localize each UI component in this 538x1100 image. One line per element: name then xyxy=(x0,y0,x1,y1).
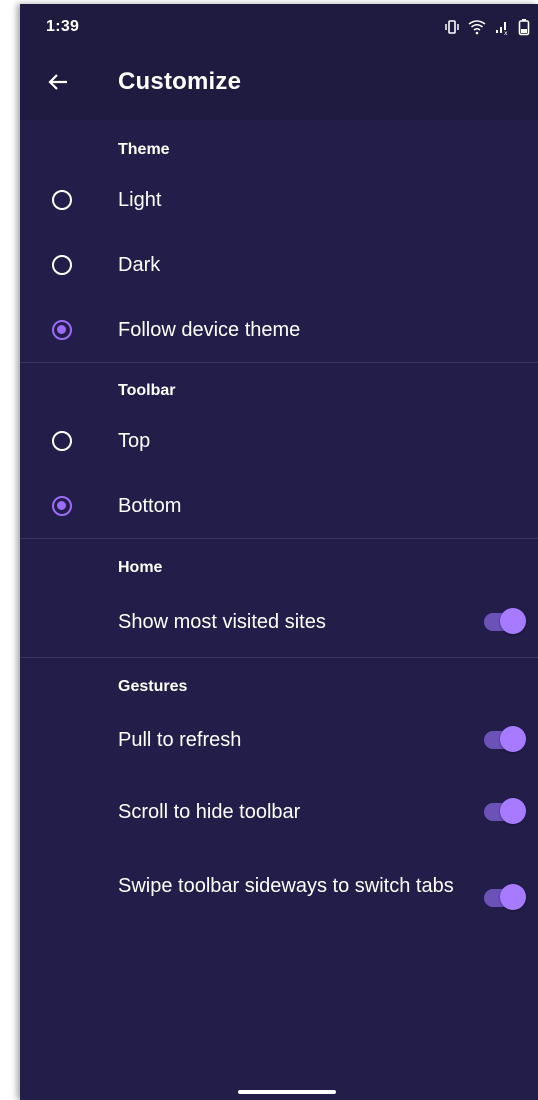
switch-row-show-most-visited-sites[interactable]: Show most visited sites xyxy=(20,594,538,650)
divider xyxy=(20,538,538,539)
radio-row-top[interactable]: Top xyxy=(20,413,538,471)
toggle-swipe-toolbar[interactable] xyxy=(484,884,526,910)
divider xyxy=(20,362,538,363)
page-title: Customize xyxy=(118,68,242,95)
toggle-thumb xyxy=(500,726,526,752)
status-bar: 1:39 x xyxy=(20,4,538,48)
switch-label-show-most-visited-sites: Show most visited sites xyxy=(118,611,326,633)
radio-row-bottom[interactable]: Bottom xyxy=(20,478,538,536)
toggle-thumb xyxy=(500,884,526,910)
signal-icon: x xyxy=(494,19,510,35)
battery-icon xyxy=(518,18,530,36)
radio-row-dark[interactable]: Dark xyxy=(20,237,538,295)
screen-frame: 1:39 x Customize Theme Light Dark Follow… xyxy=(0,0,538,1100)
radio-label-dark: Dark xyxy=(118,254,161,276)
switch-row-swipe-toolbar[interactable]: Swipe toolbar sideways to switch tabs xyxy=(20,862,538,934)
radio-label-follow-device-theme: Follow device theme xyxy=(118,319,301,341)
app-bar: Customize xyxy=(20,48,538,120)
radio-button-light[interactable] xyxy=(52,190,72,210)
switch-row-scroll-to-hide-toolbar[interactable]: Scroll to hide toolbar xyxy=(20,784,538,840)
radio-row-follow-device-theme[interactable]: Follow device theme xyxy=(20,302,538,360)
toggle-show-most-visited-sites[interactable] xyxy=(484,608,526,634)
radio-label-light: Light xyxy=(118,189,162,211)
radio-button-top[interactable] xyxy=(52,431,72,451)
status-icons: x xyxy=(444,18,530,36)
phone-screen: 1:39 x Customize Theme Light Dark Follow… xyxy=(20,4,538,1100)
radio-button-bottom[interactable] xyxy=(52,496,72,516)
section-header-gestures: Gestures xyxy=(118,678,188,695)
radio-label-top: Top xyxy=(118,430,151,452)
vibrate-icon xyxy=(444,19,460,35)
toggle-thumb xyxy=(500,798,526,824)
switch-label-pull-to-refresh: Pull to refresh xyxy=(118,729,242,751)
radio-button-follow-device-theme[interactable] xyxy=(52,320,72,340)
status-time: 1:39 xyxy=(46,18,80,35)
switch-label-scroll-to-hide-toolbar: Scroll to hide toolbar xyxy=(118,801,301,823)
gesture-nav-handle[interactable] xyxy=(238,1090,336,1094)
toggle-scroll-to-hide-toolbar[interactable] xyxy=(484,798,526,824)
toggle-pull-to-refresh[interactable] xyxy=(484,726,526,752)
radio-button-dark[interactable] xyxy=(52,255,72,275)
back-button[interactable] xyxy=(36,62,80,106)
radio-row-light[interactable]: Light xyxy=(20,172,538,230)
section-header-toolbar: Toolbar xyxy=(118,382,176,399)
switch-row-pull-to-refresh[interactable]: Pull to refresh xyxy=(20,712,538,768)
wifi-icon xyxy=(468,19,486,35)
radio-label-bottom: Bottom xyxy=(118,495,182,517)
section-header-home: Home xyxy=(118,559,163,576)
toggle-thumb xyxy=(500,608,526,634)
divider xyxy=(20,657,538,658)
switch-label-swipe-toolbar: Swipe toolbar sideways to switch tabs xyxy=(118,875,454,897)
section-header-theme: Theme xyxy=(118,141,170,158)
svg-text:x: x xyxy=(504,30,508,35)
arrow-back-icon xyxy=(46,70,70,99)
